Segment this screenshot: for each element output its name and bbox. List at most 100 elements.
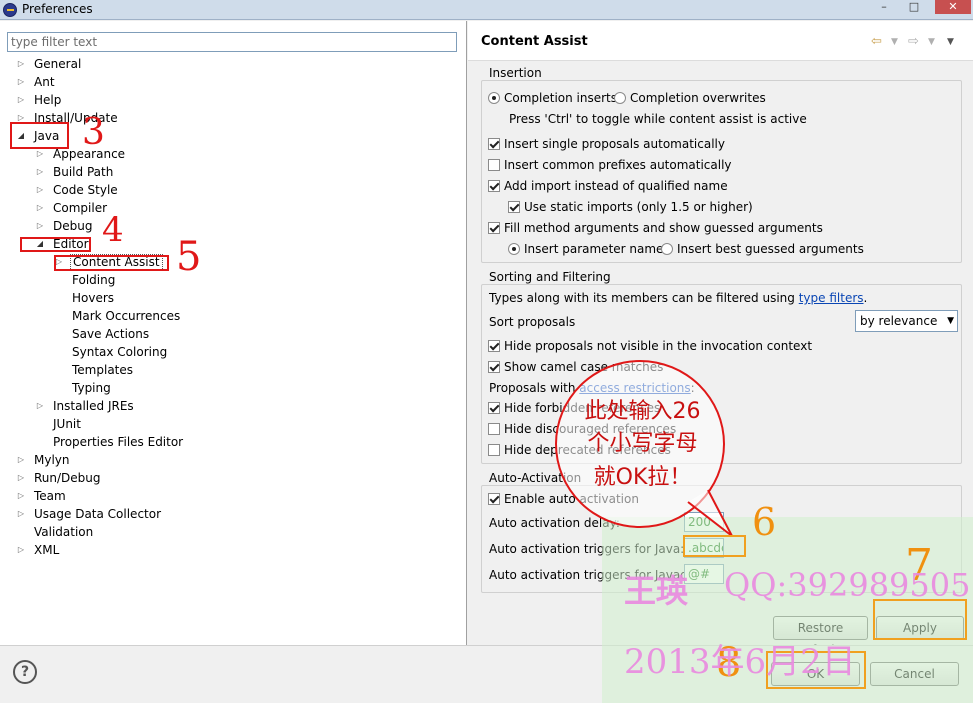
tree-item-label: General bbox=[34, 57, 82, 71]
cancel-button[interactable]: Cancel bbox=[870, 662, 959, 686]
completion-inserts-label: Completion inserts bbox=[504, 91, 618, 105]
collapsed-arrow-icon bbox=[54, 325, 64, 343]
collapsed-arrow-icon[interactable]: ▷ bbox=[16, 91, 26, 109]
sort-proposals-select[interactable]: by relevance ▼ bbox=[855, 310, 958, 332]
hide-not-visible-checkbox[interactable]: Hide proposals not visible in the invoca… bbox=[488, 338, 812, 354]
access-restrictions-link[interactable]: access restrictions bbox=[579, 381, 690, 395]
close-button[interactable]: ✕ bbox=[935, 0, 971, 14]
collapsed-arrow-icon bbox=[16, 523, 26, 541]
hide-forbidden-checkbox[interactable]: Hide forbidden references bbox=[488, 400, 660, 416]
hide-deprecated-label: Hide deprecated references bbox=[504, 443, 671, 457]
completion-inserts-radio[interactable]: Completion inserts bbox=[488, 90, 617, 106]
tree-item-label: Typing bbox=[72, 381, 111, 395]
restore-defaults-button[interactable]: Restore Defaults bbox=[773, 616, 868, 657]
collapsed-arrow-icon bbox=[35, 433, 45, 451]
single-proposals-checkbox[interactable]: Insert single proposals automatically bbox=[488, 136, 725, 152]
page-title: Content Assist bbox=[481, 34, 588, 49]
collapsed-arrow-icon[interactable]: ▷ bbox=[16, 55, 26, 73]
tree-item-label: Help bbox=[34, 93, 62, 107]
view-menu-icon[interactable]: ▼ bbox=[947, 37, 954, 47]
collapsed-arrow-icon[interactable]: ▷ bbox=[16, 451, 26, 469]
completion-overwrites-radio[interactable]: Completion overwrites bbox=[614, 90, 766, 106]
collapsed-arrow-icon bbox=[54, 271, 64, 289]
forward-arrow-icon[interactable]: ⇨ bbox=[908, 34, 919, 49]
minimize-button[interactable]: – bbox=[872, 0, 896, 14]
hide-deprecated-checkbox[interactable]: Hide deprecated references bbox=[488, 442, 671, 458]
camel-case-label: Show camel case matches bbox=[504, 360, 664, 374]
collapsed-arrow-icon[interactable]: ▷ bbox=[16, 505, 26, 523]
fill-method-label: Fill method arguments and show guessed a… bbox=[504, 221, 823, 235]
java-triggers-input[interactable]: .abcde bbox=[684, 538, 724, 558]
access-prefix: Proposals with bbox=[489, 381, 580, 395]
collapsed-arrow-icon[interactable]: ▷ bbox=[35, 181, 45, 199]
collapsed-arrow-icon bbox=[54, 307, 64, 325]
tree-item-label: Usage Data Collector bbox=[34, 507, 162, 521]
add-import-checkbox[interactable]: Add import instead of qualified name bbox=[488, 178, 728, 194]
ok-button[interactable]: OK bbox=[771, 662, 860, 686]
collapsed-arrow-icon[interactable]: ▷ bbox=[54, 253, 64, 271]
tree-item-label: Templates bbox=[72, 363, 134, 377]
javadoc-triggers-label: Auto activation triggers for Javadoc: bbox=[489, 568, 706, 582]
collapsed-arrow-icon[interactable]: ▷ bbox=[35, 199, 45, 217]
common-prefixes-checkbox[interactable]: Insert common prefixes automatically bbox=[488, 157, 732, 173]
tree-item-label: XML bbox=[34, 543, 60, 557]
fill-method-checkbox[interactable]: Fill method arguments and show guessed a… bbox=[488, 220, 823, 236]
content-assist-page: Content Assist ⇦ ▼ ⇨ ▼ ▼ Insertion Compl… bbox=[468, 21, 973, 657]
radio-unchecked-icon bbox=[661, 243, 673, 255]
page-header: Content Assist ⇦ ▼ ⇨ ▼ ▼ bbox=[468, 21, 973, 61]
checkbox-unchecked-icon bbox=[488, 159, 500, 171]
best-guessed-radio[interactable]: Insert best guessed arguments bbox=[661, 241, 864, 257]
back-menu-icon[interactable]: ▼ bbox=[891, 37, 898, 47]
javadoc-triggers-input[interactable]: @# bbox=[684, 564, 724, 584]
tree-item-label: Mylyn bbox=[34, 453, 70, 467]
radio-checked-icon bbox=[488, 92, 500, 104]
delay-input[interactable]: 200 bbox=[684, 512, 724, 532]
collapsed-arrow-icon[interactable]: ▷ bbox=[35, 217, 45, 235]
collapsed-arrow-icon[interactable]: ▷ bbox=[16, 109, 26, 127]
auto-activation-group-label: Auto-Activation bbox=[489, 471, 582, 485]
checkbox-checked-icon bbox=[488, 493, 500, 505]
forward-menu-icon[interactable]: ▼ bbox=[928, 37, 935, 47]
checkbox-checked-icon bbox=[508, 201, 520, 213]
expanded-arrow-icon[interactable]: ◢ bbox=[16, 127, 26, 145]
collapsed-arrow-icon[interactable]: ▷ bbox=[35, 397, 45, 415]
collapsed-arrow-icon[interactable]: ▷ bbox=[35, 145, 45, 163]
radio-checked-icon bbox=[508, 243, 520, 255]
title-bar: Preferences – □ ✕ bbox=[0, 0, 973, 20]
radio-unchecked-icon bbox=[614, 92, 626, 104]
enable-auto-activation-checkbox[interactable]: Enable auto activation bbox=[488, 491, 639, 507]
param-names-label: Insert parameter names bbox=[524, 242, 670, 256]
tree-item-label: Hovers bbox=[72, 291, 115, 305]
tree-item-label: Syntax Coloring bbox=[72, 345, 168, 359]
help-icon[interactable]: ? bbox=[13, 660, 37, 684]
collapsed-arrow-icon[interactable]: ▷ bbox=[35, 163, 45, 181]
collapsed-arrow-icon bbox=[54, 379, 64, 397]
camel-case-checkbox[interactable]: Show camel case matches bbox=[488, 359, 663, 375]
toggle-hint: Press 'Ctrl' to toggle while content ass… bbox=[509, 112, 807, 126]
collapsed-arrow-icon[interactable]: ▷ bbox=[16, 487, 26, 505]
hide-discouraged-checkbox[interactable]: Hide discouraged references bbox=[488, 421, 676, 437]
access-restrictions-text: Proposals with access restrictions: bbox=[489, 380, 695, 396]
expanded-arrow-icon[interactable]: ◢ bbox=[35, 235, 45, 253]
filter-input[interactable]: type filter text bbox=[7, 32, 457, 52]
static-imports-checkbox[interactable]: Use static imports (only 1.5 or higher) bbox=[508, 199, 753, 215]
checkbox-checked-icon bbox=[488, 402, 500, 414]
collapsed-arrow-icon[interactable]: ▷ bbox=[16, 73, 26, 91]
insertion-group-label: Insertion bbox=[489, 66, 542, 80]
common-prefixes-label: Insert common prefixes automatically bbox=[504, 158, 732, 172]
maximize-button[interactable]: □ bbox=[902, 0, 926, 14]
collapsed-arrow-icon[interactable]: ▷ bbox=[16, 541, 26, 559]
back-arrow-icon[interactable]: ⇦ bbox=[871, 34, 882, 49]
tree-item-label: Installed JREs bbox=[53, 399, 134, 413]
param-names-radio[interactable]: Insert parameter names bbox=[508, 241, 670, 257]
collapsed-arrow-icon bbox=[54, 361, 64, 379]
checkbox-checked-icon bbox=[488, 340, 500, 352]
tree-item-label: Mark Occurrences bbox=[72, 309, 181, 323]
type-filters-link[interactable]: type filters bbox=[799, 291, 864, 305]
collapsed-arrow-icon[interactable]: ▷ bbox=[16, 469, 26, 487]
dialog-button-bar: ? OK Cancel bbox=[0, 645, 973, 703]
tree-item-label: Debug bbox=[53, 219, 93, 233]
static-imports-label: Use static imports (only 1.5 or higher) bbox=[524, 200, 753, 214]
tree-item-label: Editor bbox=[53, 237, 89, 251]
apply-button[interactable]: Apply bbox=[876, 616, 964, 640]
